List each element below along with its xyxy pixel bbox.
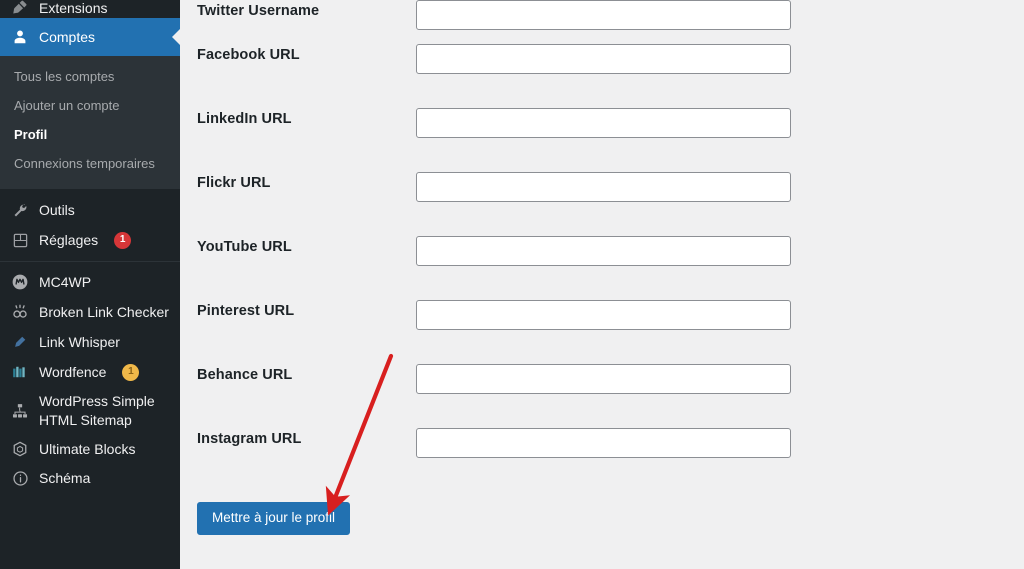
active-menu-arrow-icon (172, 28, 180, 46)
flickr-url-input[interactable] (416, 172, 791, 202)
linkedin-url-input[interactable] (416, 108, 791, 138)
sidebar-subitem-connexions-temporaires[interactable]: Connexions temporaires (0, 150, 180, 179)
sidebar-item-label: Link Whisper (39, 334, 120, 351)
field-label: Instagram URL (197, 431, 302, 447)
wordfence-icon (10, 362, 30, 382)
sidebar-subitem-tous-les-comptes[interactable]: Tous les comptes (0, 63, 180, 92)
settings-icon (10, 230, 30, 250)
sidebar-item-wordfence[interactable]: Wordfence 1 (0, 357, 180, 387)
field-row-flickr-url: Flickr URL (180, 172, 1024, 236)
admin-sidebar-menu: Extensions Comptes Tous les comptes Ajou… (0, 0, 180, 569)
sidebar-item-label: MC4WP (39, 274, 92, 291)
field-label: Facebook URL (197, 47, 300, 63)
link-whisper-icon (10, 332, 30, 352)
twitter-username-input[interactable] (416, 0, 791, 30)
field-label: LinkedIn URL (197, 111, 292, 127)
sidebar-item-extensions[interactable]: Extensions (0, 0, 180, 18)
sidebar-item-outils[interactable]: Outils (0, 195, 180, 225)
sidebar-submenu-comptes: Tous les comptes Ajouter un compte Profi… (0, 56, 180, 189)
sidebar-item-reglages[interactable]: Réglages 1 (0, 225, 180, 255)
instagram-url-input[interactable] (416, 428, 791, 458)
info-icon (10, 469, 30, 489)
status-badge-reglages: 1 (114, 231, 132, 249)
update-profile-button[interactable]: Mettre à jour le profil (197, 502, 351, 536)
field-label: Twitter Username (197, 3, 320, 19)
pinterest-url-input[interactable] (416, 300, 791, 330)
sidebar-item-link-whisper[interactable]: Link Whisper (0, 327, 180, 357)
youtube-url-input[interactable] (416, 236, 791, 266)
wordpress-admin-screen: Extensions Comptes Tous les comptes Ajou… (0, 0, 1024, 569)
field-row-linkedin-url: LinkedIn URL (180, 108, 1024, 172)
field-label: Pinterest URL (197, 303, 295, 319)
sidebar-subitem-profil[interactable]: Profil (0, 121, 180, 150)
behance-url-input[interactable] (416, 364, 791, 394)
sidebar-item-label: Réglages (39, 232, 99, 249)
sidebar-item-ultimate-blocks[interactable]: Ultimate Blocks (0, 434, 180, 464)
profile-form-panel: Twitter Username Facebook URL LinkedIn U… (180, 0, 1024, 569)
sidebar-item-label: WordPress Simple HTML Sitemap (39, 393, 155, 428)
sidebar-item-label: Broken Link Checker (39, 304, 169, 321)
sidebar-plugins-group: MC4WP Broken Link Checker Link Whisper W… (0, 262, 180, 493)
sidebar-item-comptes[interactable]: Comptes (0, 18, 180, 56)
facebook-url-input[interactable] (416, 44, 791, 74)
broken-link-icon (10, 302, 30, 322)
plugin-icon (10, 0, 30, 17)
sidebar-item-label: Outils (39, 202, 75, 219)
mailchimp-icon (10, 272, 30, 292)
field-row-twitter-username: Twitter Username (180, 0, 1024, 44)
sidebar-item-mc4wp[interactable]: MC4WP (0, 267, 180, 297)
field-row-instagram-url: Instagram URL (180, 428, 1024, 492)
status-badge-wordfence: 1 (122, 363, 140, 381)
sidebar-item-label: Wordfence (39, 364, 107, 381)
ultimate-blocks-icon (10, 439, 30, 459)
sidebar-item-label: Schéma (39, 469, 91, 486)
sidebar-item-bottom-cutoff[interactable]: Schéma (0, 464, 180, 494)
sidebar-core-group: Outils Réglages 1 (0, 189, 180, 261)
field-row-pinterest-url: Pinterest URL (180, 300, 1024, 364)
wrench-icon (10, 200, 30, 220)
field-row-facebook-url: Facebook URL (180, 44, 1024, 108)
field-label: Flickr URL (197, 175, 271, 191)
users-icon (10, 27, 30, 47)
field-row-youtube-url: YouTube URL (180, 236, 1024, 300)
field-label: YouTube URL (197, 239, 292, 255)
sitemap-icon (10, 401, 30, 421)
field-label: Behance URL (197, 367, 293, 383)
field-row-behance-url: Behance URL (180, 364, 1024, 428)
sidebar-item-label: Extensions (39, 0, 108, 16)
sidebar-item-label: Comptes (39, 28, 96, 45)
sidebar-item-label: Ultimate Blocks (39, 440, 136, 457)
sidebar-subitem-ajouter-un-compte[interactable]: Ajouter un compte (0, 92, 180, 121)
submit-row: Mettre à jour le profil (180, 492, 1024, 536)
sidebar-item-wordpress-simple-html-sitemap[interactable]: WordPress Simple HTML Sitemap (0, 387, 180, 433)
sidebar-item-broken-link-checker[interactable]: Broken Link Checker (0, 297, 180, 327)
